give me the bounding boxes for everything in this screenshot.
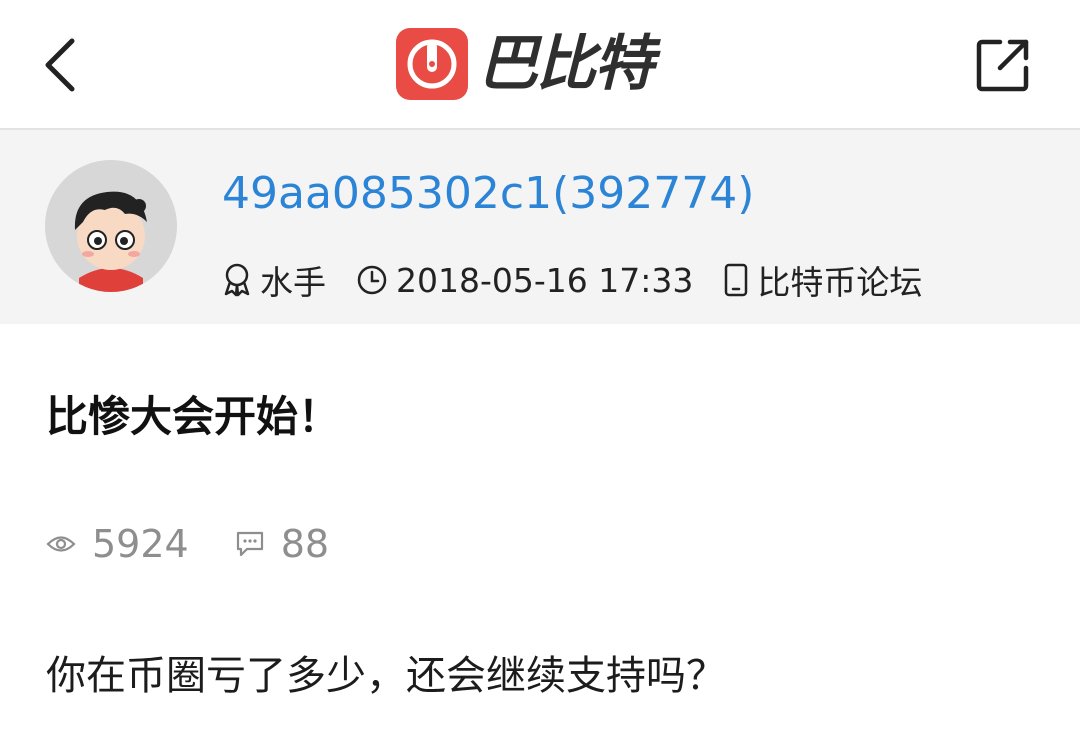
forum-link[interactable]: 比特币论坛 [723,256,922,304]
post-datetime-text: 2018-05-16 17:33 [396,260,694,300]
author-name-link[interactable]: 49aa085302c1(392774) [222,168,754,221]
chevron-left-icon [45,38,75,92]
comment-count[interactable]: 88 [235,522,329,566]
share-external-icon [976,39,1029,92]
post-datetime: 2018-05-16 17:33 [356,261,693,300]
forum-name: 比特币论坛 [757,263,923,302]
share-button[interactable] [968,30,1038,100]
post-title: 比惨大会开始！ [46,392,341,441]
avatar-cartoon-icon [45,160,177,292]
clock-icon [357,265,387,295]
author-rank: 水手 [222,256,326,304]
view-count: 5924 [46,522,189,566]
logo-mark-icon [396,28,468,100]
author-meta-row: 水手 2018-05-16 17:33 比特币论坛 [222,258,952,302]
view-count-value: 5924 [92,522,189,566]
comment-count-value: 88 [280,522,330,566]
top-navigation-bar: 巴比特 [0,0,1080,130]
mobile-device-icon [725,263,748,297]
author-info-panel: 49aa085302c1(392774) 水手 2018-05-16 17:33… [0,130,1080,324]
post-body: 你在币圈亏了多少，还会继续支持吗？ [46,653,726,699]
back-button[interactable] [30,30,90,100]
author-rank-label: 水手 [260,263,326,302]
site-logo: 巴比特 [396,26,654,102]
eye-icon [46,536,76,552]
medal-icon [224,263,250,297]
post-stats: 5924 88 [46,520,375,568]
comment-bubble-icon [236,531,263,557]
logo-text: 巴比特 [478,29,654,99]
avatar[interactable] [45,160,177,292]
